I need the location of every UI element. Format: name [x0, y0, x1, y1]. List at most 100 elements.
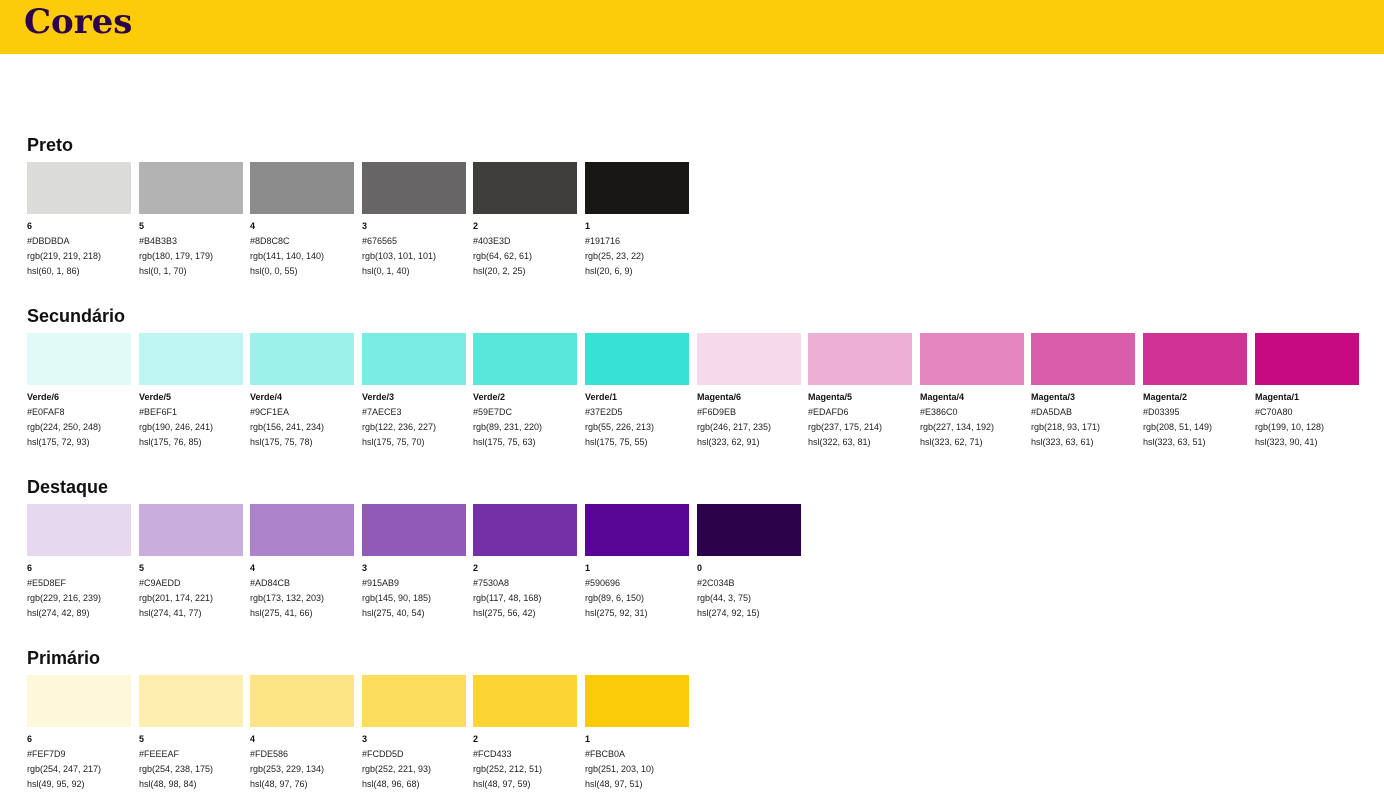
- color-hsl: hsl(323, 63, 61): [1031, 437, 1094, 447]
- color-hex: #BEF6F1: [139, 407, 178, 417]
- color-swatch: 2 #FCD433 rgb(252, 212, 51) hsl(48, 97, 59): [473, 675, 577, 792]
- color-meta: 4 #FDE586 rgb(253, 229, 134) hsl(48, 97, 76…: [250, 732, 354, 792]
- color-meta: 6 #E5D8EF rgb(229, 216, 239) hsl(274, 42, 8…: [27, 561, 131, 621]
- color-hsl: hsl(175, 75, 63): [473, 437, 536, 447]
- color-swatch: Magenta/3 #DA5DAB rgb(218, 93, 171) hsl(323…: [1031, 333, 1135, 450]
- color-hsl: hsl(60, 1, 86): [27, 266, 80, 276]
- color-meta: 3 #915AB9 rgb(145, 90, 185) hsl(275, 40, 54…: [362, 561, 466, 621]
- color-name: 4: [250, 734, 256, 744]
- color-meta: 5 #B4B3B3 rgb(180, 179, 179) hsl(0, 1, 70): [139, 219, 243, 279]
- color-rgb: rgb(224, 250, 248): [27, 422, 102, 432]
- color-chip: [250, 333, 354, 385]
- color-hsl: hsl(175, 75, 55): [585, 437, 648, 447]
- color-hex: #FCDD5D: [362, 749, 404, 759]
- color-swatch: Verde/6 #E0FAF8 rgb(224, 250, 248) hsl(175,…: [27, 333, 131, 450]
- color-hsl: hsl(322, 63, 81): [808, 437, 871, 447]
- color-meta: Magenta/1 #C70A80 rgb(199, 10, 128) hsl(323…: [1255, 390, 1359, 450]
- color-hsl: hsl(323, 62, 71): [920, 437, 983, 447]
- color-hsl: hsl(48, 96, 68): [362, 779, 420, 789]
- color-hex: #DBDBDA: [27, 236, 70, 246]
- section-title: Destaque: [27, 477, 109, 497]
- color-chip: [362, 333, 466, 385]
- color-chip: [250, 675, 354, 727]
- color-name: 1: [585, 734, 591, 744]
- color-swatch: 5 #C9AEDD rgb(201, 174, 221) hsl(274, 41, 7…: [139, 504, 243, 621]
- color-rgb: rgb(180, 179, 179): [139, 251, 214, 261]
- color-hsl: hsl(323, 63, 51): [1143, 437, 1206, 447]
- section-title: Primário: [27, 648, 101, 668]
- color-name: Verde/5: [139, 392, 172, 402]
- color-chip: [473, 675, 577, 727]
- color-rgb: rgb(156, 241, 234): [250, 422, 325, 432]
- color-rgb: rgb(253, 229, 134): [250, 764, 325, 774]
- color-meta: 6 #FEF7D9 rgb(254, 247, 217) hsl(49, 95, 92…: [27, 732, 131, 792]
- color-meta: 4 #AD84CB rgb(173, 132, 203) hsl(275, 41, 6…: [250, 561, 354, 621]
- color-hsl: hsl(48, 97, 59): [473, 779, 531, 789]
- color-meta: 3 #676565 rgb(103, 101, 101) hsl(0, 1, 40): [362, 219, 466, 279]
- color-rgb: rgb(89, 6, 150): [585, 593, 645, 603]
- color-rgb: rgb(199, 10, 128): [1255, 422, 1325, 432]
- color-hex: #DA5DAB: [1031, 407, 1073, 417]
- color-name: 6: [27, 563, 33, 573]
- color-swatch: 2 #7530A8 rgb(117, 48, 168) hsl(275, 56, 42…: [473, 504, 577, 621]
- color-rgb: rgb(122, 236, 227): [362, 422, 437, 432]
- color-hex: #37E2D5: [585, 407, 623, 417]
- color-hex: #FDE586: [250, 749, 289, 759]
- color-chip: [697, 504, 801, 556]
- color-hex: #403E3D: [473, 236, 511, 246]
- color-swatch: Verde/4 #9CF1EA rgb(156, 241, 234) hsl(175,…: [250, 333, 354, 450]
- color-name: 5: [139, 221, 145, 231]
- color-chip: [1143, 333, 1247, 385]
- color-hex: #7530A8: [473, 578, 510, 588]
- color-swatch: 4 #AD84CB rgb(173, 132, 203) hsl(275, 41, 6…: [250, 504, 354, 621]
- color-rgb: rgb(254, 238, 175): [139, 764, 214, 774]
- color-hex: #F6D9EB: [697, 407, 737, 417]
- color-hex: #D03395: [1143, 407, 1180, 417]
- color-meta: 6 #DBDBDA rgb(219, 219, 218) hsl(60, 1, 86): [27, 219, 131, 279]
- color-swatch: 6 #DBDBDA rgb(219, 219, 218) hsl(60, 1, 86): [27, 162, 131, 279]
- color-meta: 5 #C9AEDD rgb(201, 174, 221) hsl(274, 41, 7…: [139, 561, 243, 621]
- color-swatch: Magenta/1 #C70A80 rgb(199, 10, 128) hsl(323…: [1255, 333, 1359, 450]
- color-rgb: rgb(25, 23, 22): [585, 251, 645, 261]
- color-swatch: 5 #FEEEAF rgb(254, 238, 175) hsl(48, 98, 84…: [139, 675, 243, 792]
- color-hex: #590696: [585, 578, 621, 588]
- color-name: 0: [697, 563, 703, 573]
- color-meta: 1 #590696 rgb(89, 6, 150) hsl(275, 92, 31): [585, 561, 689, 621]
- color-meta: Magenta/5 #EDAFD6 rgb(237, 175, 214) hsl(32…: [808, 390, 912, 450]
- color-name: Magenta/2: [1143, 392, 1188, 402]
- color-hex: #FEEEAF: [139, 749, 180, 759]
- color-chip: [808, 333, 912, 385]
- color-meta: 0 #2C034B rgb(44, 3, 75) hsl(274, 92, 15): [697, 561, 801, 621]
- color-meta: Magenta/4 #E386C0 rgb(227, 134, 192) hsl(32…: [920, 390, 1024, 450]
- color-hsl: hsl(275, 92, 31): [585, 608, 648, 618]
- color-hsl: hsl(275, 40, 54): [362, 608, 425, 618]
- color-hsl: hsl(0, 1, 40): [362, 266, 410, 276]
- color-name: Magenta/3: [1031, 392, 1076, 402]
- color-hsl: hsl(48, 98, 84): [139, 779, 197, 789]
- color-hex: #C70A80: [1255, 407, 1293, 417]
- color-chip: [27, 333, 131, 385]
- color-chip: [585, 162, 689, 214]
- color-rgb: rgb(251, 203, 10): [585, 764, 655, 774]
- color-hsl: hsl(0, 1, 70): [139, 266, 187, 276]
- color-hex: #B4B3B3: [139, 236, 178, 246]
- color-name: 6: [27, 734, 33, 744]
- color-hex: #E0FAF8: [27, 407, 65, 417]
- color-hsl: hsl(48, 97, 51): [585, 779, 643, 789]
- color-rgb: rgb(208, 51, 149): [1143, 422, 1213, 432]
- color-meta: Magenta/2 #D03395 rgb(208, 51, 149) hsl(323…: [1143, 390, 1247, 450]
- color-hex: #59E7DC: [473, 407, 513, 417]
- color-hsl: hsl(48, 97, 76): [250, 779, 308, 789]
- section-title: Preto: [27, 135, 74, 155]
- color-rgb: rgb(237, 175, 214): [808, 422, 883, 432]
- color-swatch: Magenta/5 #EDAFD6 rgb(237, 175, 214) hsl(32…: [808, 333, 912, 450]
- color-meta: Verde/5 #BEF6F1 rgb(190, 246, 241) hsl(175,…: [139, 390, 243, 450]
- color-hex: #E386C0: [920, 407, 958, 417]
- color-rgb: rgb(218, 93, 171): [1031, 422, 1101, 432]
- color-meta: 1 #191716 rgb(25, 23, 22) hsl(20, 6, 9): [585, 219, 689, 279]
- color-hex: #2C034B: [697, 578, 735, 588]
- color-chip: [697, 333, 801, 385]
- color-name: 3: [362, 563, 368, 573]
- color-swatch: 6 #E5D8EF rgb(229, 216, 239) hsl(274, 42, 8…: [27, 504, 131, 621]
- color-hsl: hsl(274, 41, 77): [139, 608, 202, 618]
